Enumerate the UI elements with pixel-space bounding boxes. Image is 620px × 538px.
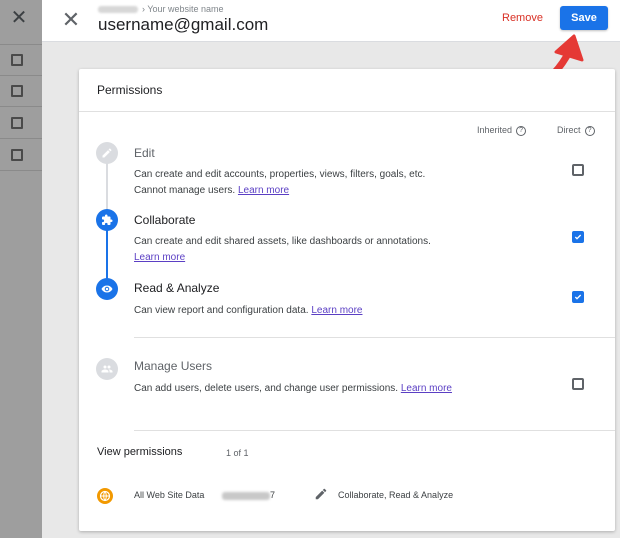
collaborate-permission-desc: Can create and edit shared assets, like …: [134, 234, 454, 266]
read-analyze-desc-text: Can view report and configuration data.: [134, 305, 309, 316]
divider: [79, 111, 615, 112]
read-analyze-direct-checkbox[interactable]: [572, 291, 584, 303]
close-dialog-icon[interactable]: ✕: [60, 9, 82, 31]
direct-column-header: Direct?: [557, 125, 595, 136]
people-icon: [96, 358, 118, 380]
left-panel: ✕: [0, 0, 42, 538]
puzzle-icon: [96, 209, 118, 231]
divider: [134, 337, 615, 338]
edit-permission-title: Edit: [134, 146, 155, 160]
divider: [0, 138, 42, 139]
manage-users-direct-checkbox[interactable]: [572, 378, 584, 390]
globe-icon: [97, 488, 113, 504]
collaborate-desc-text: Can create and edit shared assets, like …: [134, 236, 431, 247]
collaborate-learn-more-link[interactable]: Learn more: [134, 252, 185, 263]
permissions-card: Permissions Inherited? Direct? Edit Can …: [79, 69, 615, 531]
row-checkbox[interactable]: [11, 54, 23, 66]
row-checkbox[interactable]: [11, 117, 23, 129]
dialog-header: ✕ › Your website name username@gmail.com…: [42, 0, 620, 42]
row-checkbox[interactable]: [11, 149, 23, 161]
edit-learn-more-link[interactable]: Learn more: [238, 185, 289, 196]
divider: [0, 75, 42, 76]
breadcrumb: › Your website name: [98, 4, 224, 14]
help-icon[interactable]: ?: [584, 125, 595, 136]
divider: [0, 170, 42, 171]
redacted-account-name: [98, 6, 138, 14]
edit-permission-desc: Can create and edit accounts, properties…: [134, 167, 454, 199]
close-icon[interactable]: ✕: [9, 8, 29, 28]
row-checkbox[interactable]: [11, 85, 23, 97]
edit-pencil-icon[interactable]: [314, 487, 328, 501]
read-analyze-permission-desc: Can view report and configuration data. …: [134, 303, 454, 319]
collaborate-direct-checkbox[interactable]: [572, 231, 584, 243]
eye-icon: [96, 278, 118, 300]
view-permissions-value: Collaborate, Read & Analyze: [338, 490, 454, 500]
read-analyze-learn-more-link[interactable]: Learn more: [311, 305, 362, 316]
redacted-view-id: [222, 491, 270, 500]
manage-users-permission-title: Manage Users: [134, 359, 213, 373]
divider: [0, 106, 42, 107]
user-email-title: username@gmail.com: [98, 15, 269, 34]
manage-users-learn-more-link[interactable]: Learn more: [401, 383, 452, 394]
breadcrumb-separator: ›: [142, 4, 145, 14]
save-button[interactable]: Save: [560, 6, 608, 30]
divider: [134, 430, 615, 431]
divider: [0, 44, 42, 45]
view-permissions-label: View permissions: [97, 446, 183, 458]
help-icon[interactable]: ?: [516, 125, 527, 136]
breadcrumb-page[interactable]: Your website name: [147, 4, 223, 14]
inherited-column-header: Inherited?: [477, 125, 527, 136]
permissions-title: Permissions: [97, 83, 163, 97]
edit-direct-checkbox[interactable]: [572, 164, 584, 176]
direct-label: Direct: [557, 125, 581, 135]
view-id-suffix: 7: [270, 490, 276, 500]
view-permissions-count: 1 of 1: [226, 448, 249, 458]
read-analyze-permission-title: Read & Analyze: [134, 281, 220, 295]
view-name: All Web Site Data: [134, 490, 205, 500]
remove-button[interactable]: Remove: [502, 12, 543, 24]
manage-users-permission-desc: Can add users, delete users, and change …: [134, 381, 454, 397]
manage-users-desc-text: Can add users, delete users, and change …: [134, 383, 399, 394]
collaborate-permission-title: Collaborate: [134, 213, 196, 227]
view-id: 7: [222, 490, 275, 500]
pencil-icon: [96, 142, 118, 164]
inherited-label: Inherited: [477, 125, 513, 135]
